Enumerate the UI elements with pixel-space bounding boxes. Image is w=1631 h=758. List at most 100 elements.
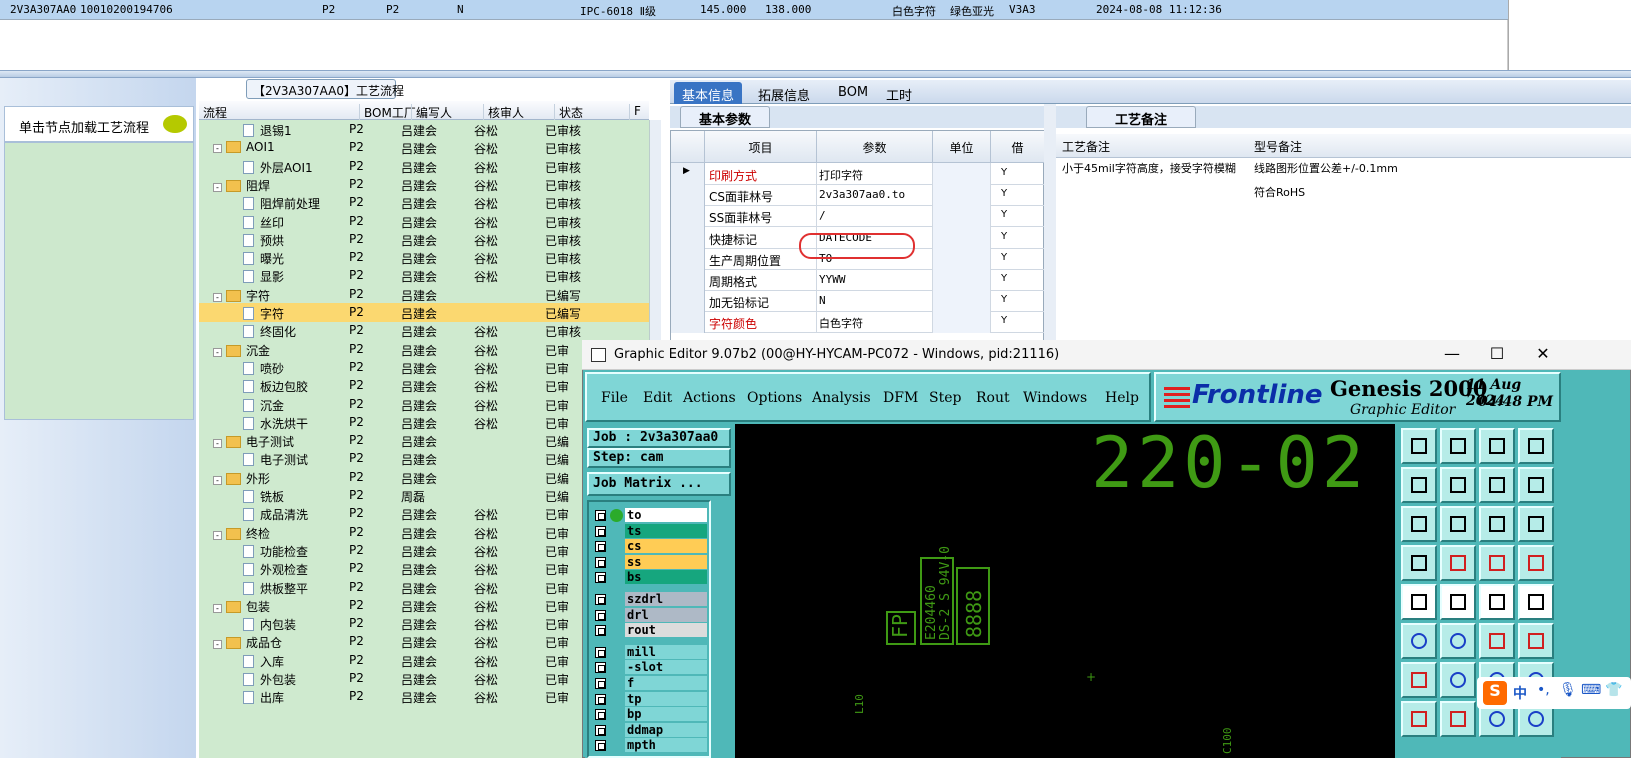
menu-dfm[interactable]: DFM — [883, 390, 918, 406]
ruler-icon[interactable] — [1479, 584, 1515, 620]
horizontal-splitter[interactable] — [0, 70, 1631, 78]
layer-item[interactable]: mill — [593, 644, 707, 660]
layer-item[interactable]: -slot — [593, 660, 707, 675]
graphic-canvas[interactable]: 220-02 FP E204460 DS-2 S 94V-0 8888 L10 … — [735, 424, 1395, 758]
cross-icon[interactable] — [1440, 623, 1476, 659]
layer-name[interactable]: f — [625, 676, 707, 690]
layer-item[interactable]: szdrl — [593, 592, 707, 607]
layer-item[interactable]: to — [593, 508, 707, 523]
maximize-icon[interactable]: ☐ — [1477, 344, 1517, 363]
collapse-icon[interactable]: - — [213, 475, 222, 485]
menu-edit[interactable]: Edit — [643, 390, 672, 406]
line-icon[interactable] — [1479, 623, 1515, 659]
layer-item[interactable]: mpth — [593, 738, 707, 753]
collapse-icon[interactable]: - — [213, 603, 222, 613]
param-row[interactable]: 加无铅标记 N Y — [671, 290, 1045, 313]
param-value[interactable]: N — [819, 294, 826, 307]
layer-name[interactable]: bs — [625, 570, 707, 585]
menu-windows[interactable]: Windows — [1023, 390, 1087, 406]
download-icon[interactable] — [1440, 428, 1476, 464]
layer-name[interactable]: ss — [625, 554, 707, 569]
cell-unit[interactable] — [933, 226, 991, 249]
row-header[interactable] — [671, 269, 705, 291]
param-row[interactable]: SS面菲林号 / Y — [671, 205, 1045, 228]
col-f[interactable]: F — [629, 104, 641, 120]
collapse-icon[interactable]: - — [213, 347, 222, 357]
col-writer[interactable]: 编写人 — [411, 104, 452, 120]
model-note-1[interactable]: 线路图形位置公差+/-0.1mm — [1254, 160, 1398, 176]
zoom-icon[interactable] — [1440, 506, 1476, 542]
punctuation-icon[interactable]: •, — [1537, 682, 1550, 698]
layer-item[interactable]: bp — [593, 707, 707, 722]
mic-icon[interactable]: 🎙 — [1559, 682, 1577, 698]
layer-name[interactable]: szdrl — [625, 592, 707, 606]
layer-name[interactable]: to — [625, 508, 707, 522]
row-header[interactable] — [671, 184, 705, 207]
minimize-icon[interactable]: — — [1432, 344, 1472, 363]
row-header[interactable] — [671, 311, 705, 334]
tab-process-remark[interactable]: 工艺备注 — [1086, 106, 1196, 128]
layer-name[interactable]: -slot — [625, 660, 707, 675]
param-value[interactable]: 白色字符 — [819, 315, 863, 331]
menu-help[interactable]: Help — [1105, 390, 1139, 406]
diagonal-icon[interactable] — [1440, 662, 1476, 698]
top-record-row[interactable]: 2V3A307AA0 10010200194706 P2 P2 N IPC-60… — [0, 0, 1508, 20]
param-value[interactable]: 2v3a307aa0.to — [819, 188, 905, 201]
layer-name[interactable]: bp — [625, 707, 707, 722]
scale-icon[interactable] — [1479, 506, 1515, 542]
undo-icon[interactable] — [1479, 467, 1515, 503]
layer-checkbox[interactable] — [595, 646, 606, 658]
layer-checkbox[interactable] — [595, 662, 606, 674]
left-arrow-icon[interactable] — [1401, 467, 1437, 503]
row-header[interactable]: ▶ — [671, 163, 705, 185]
layer-checkbox[interactable] — [595, 594, 606, 605]
collapse-icon[interactable]: - — [213, 182, 222, 192]
cell-param[interactable] — [817, 290, 933, 313]
tab-extended-info[interactable]: 拓展信息 — [750, 82, 818, 104]
menu-options[interactable]: Options — [747, 390, 802, 406]
row-header[interactable] — [671, 226, 705, 249]
layer-checkbox[interactable] — [595, 709, 606, 721]
col-unit[interactable]: 单位 — [933, 131, 991, 163]
layer-name[interactable]: ddmap — [625, 722, 707, 737]
cell-unit[interactable] — [933, 311, 991, 334]
select-icon[interactable] — [1401, 701, 1437, 737]
cell-unit[interactable] — [933, 184, 991, 207]
skin-icon[interactable]: 👕 — [1605, 682, 1622, 698]
right-arrow-icon[interactable] — [1440, 467, 1476, 503]
tab-basic-info[interactable]: 基本信息 — [674, 82, 743, 104]
layer-checkbox[interactable] — [595, 609, 606, 621]
close-icon[interactable]: ✕ — [1523, 344, 1563, 363]
process-note-text[interactable]: 小于45mil字符高度，接受字符模糊 — [1062, 160, 1242, 176]
layer-item[interactable]: drl — [593, 607, 707, 623]
layer-checkbox[interactable] — [595, 510, 606, 521]
layer-item[interactable]: ddmap — [593, 722, 707, 738]
tree-row[interactable]: 预烘 P2 吕建会 谷松 已审核 — [199, 230, 649, 249]
collapse-icon[interactable]: - — [213, 530, 222, 540]
job-matrix-button[interactable]: Job Matrix ... — [587, 472, 731, 496]
col-flow[interactable]: 流程 — [199, 104, 227, 120]
layer-item[interactable]: tp — [593, 691, 707, 707]
tree-row[interactable]: 曝光 P2 吕建会 谷松 已审核 — [199, 248, 649, 267]
row-header[interactable] — [671, 290, 705, 313]
menu-file[interactable]: File — [601, 390, 628, 406]
collapse-icon[interactable]: - — [213, 439, 222, 449]
layer-item[interactable]: ss — [593, 554, 707, 570]
menu-analysis[interactable]: Analysis — [812, 390, 871, 406]
sogou-icon[interactable]: S — [1483, 681, 1507, 705]
cell-unit[interactable] — [933, 290, 991, 313]
row-header[interactable] — [671, 205, 705, 228]
polygon-icon[interactable] — [1440, 584, 1476, 620]
redraw-icon[interactable] — [1518, 467, 1554, 503]
measure-icon[interactable] — [1518, 545, 1554, 581]
param-value[interactable]: YYWW — [819, 273, 846, 286]
angle-icon[interactable] — [1401, 662, 1437, 698]
layer-checkbox[interactable] — [595, 693, 606, 705]
tree-row[interactable]: 丝印 P2 吕建会 谷松 已审核 — [199, 212, 649, 231]
net-icon[interactable] — [1440, 545, 1476, 581]
layer-checkbox[interactable] — [595, 678, 606, 689]
connect-icon[interactable] — [1479, 545, 1515, 581]
param-row[interactable]: CS面菲林号 2v3a307aa0.to Y — [671, 184, 1045, 207]
param-value[interactable]: / — [819, 209, 826, 222]
tree-row[interactable]: - 字符 P2 吕建会 已编写 — [199, 285, 649, 304]
